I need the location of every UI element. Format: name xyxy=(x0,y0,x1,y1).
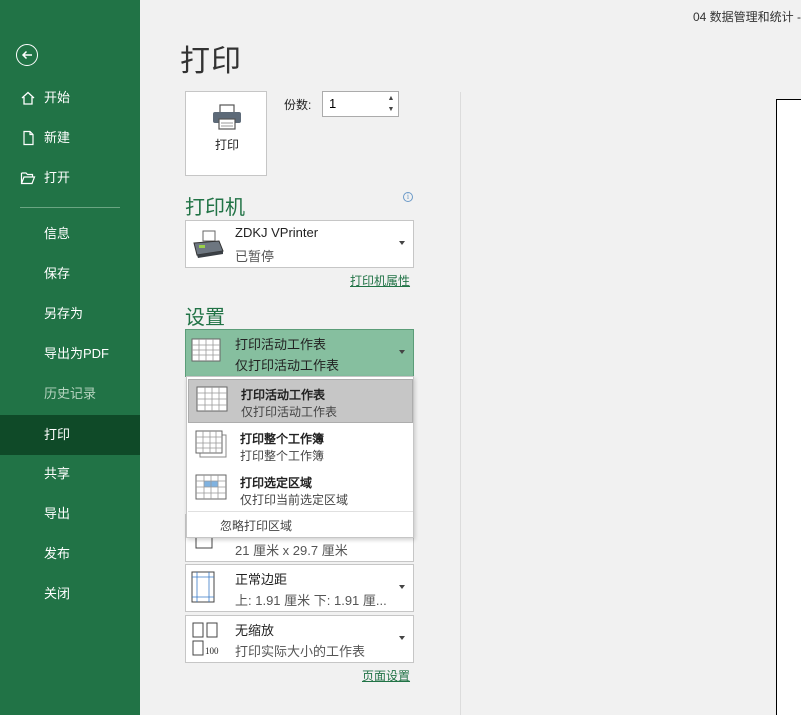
decrement-icon[interactable]: ▼ xyxy=(386,105,396,115)
sidebar-item-label: 关闭 xyxy=(44,586,71,601)
margins-title: 正常边距 xyxy=(235,572,288,587)
sidebar-item-save-as[interactable]: 另存为 xyxy=(0,294,140,334)
sidebar-item-label: 打印 xyxy=(44,427,71,442)
active-sheet-icon xyxy=(191,338,221,362)
document-title: 04 数据管理和统计 - xyxy=(693,10,801,24)
option-subtitle: 仅打印活动工作表 xyxy=(241,405,338,419)
printer-name: ZDKJ VPrinter xyxy=(235,225,319,240)
sidebar-item-label: 开始 xyxy=(44,90,71,105)
sidebar-item-label: 另存为 xyxy=(44,306,84,321)
sidebar-item-label: 新建 xyxy=(44,130,71,145)
folder-open-icon xyxy=(20,172,36,185)
svg-text:100: 100 xyxy=(205,646,219,656)
sidebar-item-info[interactable]: 信息 xyxy=(0,214,140,254)
sidebar-item-home[interactable]: 开始 xyxy=(0,78,140,118)
print-button-label: 打印 xyxy=(214,138,239,152)
printer-properties-link[interactable]: 打印机属性 xyxy=(350,272,410,289)
printer-icon xyxy=(213,104,241,130)
new-file-icon xyxy=(23,130,34,146)
option-title: 打印活动工作表 xyxy=(241,388,326,402)
menu-option-active-sheet[interactable]: 打印活动工作表 仅打印活动工作表 xyxy=(188,379,413,423)
margins-subtitle: 上: 1.91 厘米 下: 1.91 厘... xyxy=(235,593,387,608)
workbook-icon xyxy=(195,430,227,458)
increment-icon[interactable]: ▲ xyxy=(386,94,396,104)
print-preview-page xyxy=(776,99,801,715)
margins-dropdown[interactable]: 正常边距 上: 1.91 厘米 下: 1.91 厘... xyxy=(185,564,414,612)
page-title: 打印 xyxy=(180,45,242,78)
menu-divider xyxy=(188,511,413,512)
sidebar-item-share[interactable]: 共享 xyxy=(0,454,140,494)
sidebar-item-history: 历史记录 xyxy=(0,374,140,414)
scaling-subtitle: 打印实际大小的工作表 xyxy=(235,644,366,659)
sidebar-item-label: 打开 xyxy=(44,170,71,185)
scaling-dropdown[interactable]: 100 无缩放 打印实际大小的工作表 xyxy=(185,615,414,663)
printer-device-icon xyxy=(193,230,224,258)
option-title: 打印选定区域 xyxy=(240,476,313,490)
no-scaling-icon: 100 xyxy=(192,622,219,656)
sidebar-item-label: 共享 xyxy=(44,466,71,481)
settings-heading: 设置 xyxy=(185,307,225,329)
option-subtitle: 仅打印当前选定区域 xyxy=(240,493,349,507)
chevron-down-icon xyxy=(399,585,405,589)
sidebar-item-save[interactable]: 保存 xyxy=(0,254,140,294)
sidebar-item-open[interactable]: 打开 xyxy=(0,158,140,198)
sidebar-item-label: 保存 xyxy=(44,266,71,281)
sidebar-divider xyxy=(20,207,120,208)
info-icon[interactable]: i xyxy=(403,192,413,202)
menu-option-entire-workbook[interactable]: 打印整个工作簿 打印整个工作簿 xyxy=(188,424,413,468)
backstage-sidebar: 开始 新建 打开 信息 保存 另存为 导出为PDF 历史记录 打印 共享 导出 … xyxy=(0,0,140,715)
sidebar-item-export[interactable]: 导出 xyxy=(0,494,140,534)
copies-label: 份数: xyxy=(284,98,312,112)
print-scope-dropdown[interactable]: 打印活动工作表 仅打印活动工作表 xyxy=(185,329,414,377)
copies-stepper[interactable]: ▲ ▼ xyxy=(322,91,399,117)
margins-icon xyxy=(191,571,215,603)
sidebar-item-print[interactable]: 打印 xyxy=(0,415,140,455)
menu-option-selection[interactable]: 打印选定区域 仅打印当前选定区域 xyxy=(188,468,413,512)
chevron-down-icon xyxy=(399,350,405,354)
sidebar-item-label: 发布 xyxy=(44,546,71,561)
printer-dropdown[interactable]: ZDKJ VPrinter 已暂停 xyxy=(185,220,414,268)
selection-icon xyxy=(195,474,227,500)
print-scope-menu: 打印活动工作表 仅打印活动工作表 打印整个工作簿 打印整个工作簿 打印选定区域 … xyxy=(186,376,414,538)
sidebar-item-publish[interactable]: 发布 xyxy=(0,534,140,574)
active-sheet-icon xyxy=(196,386,228,412)
scaling-title: 无缩放 xyxy=(235,623,275,638)
option-subtitle: 打印整个工作簿 xyxy=(240,449,325,463)
print-scope-subtitle: 仅打印活动工作表 xyxy=(235,358,340,373)
home-icon xyxy=(21,91,35,105)
back-arrow-icon[interactable] xyxy=(16,44,38,66)
printer-status: 已暂停 xyxy=(235,249,275,264)
paper-size-subtitle: 21 厘米 x 29.7 厘米 xyxy=(235,543,348,558)
option-title: 打印整个工作簿 xyxy=(240,432,325,446)
copies-input[interactable] xyxy=(329,96,379,111)
sidebar-item-label: 导出 xyxy=(44,506,71,521)
ignore-print-area-option[interactable]: 忽略打印区域 xyxy=(220,517,292,534)
print-scope-title: 打印活动工作表 xyxy=(235,337,327,352)
sidebar-item-label: 导出为PDF xyxy=(44,346,110,361)
page-setup-link[interactable]: 页面设置 xyxy=(362,667,410,684)
sidebar-item-export-pdf[interactable]: 导出为PDF xyxy=(0,334,140,374)
sidebar-item-label: 信息 xyxy=(44,226,71,241)
sidebar-item-close[interactable]: 关闭 xyxy=(0,574,140,614)
sidebar-item-new[interactable]: 新建 xyxy=(0,118,140,158)
sidebar-item-label: 历史记录 xyxy=(44,386,97,401)
print-button[interactable]: 打印 xyxy=(185,91,267,176)
panel-divider xyxy=(460,92,461,715)
printer-heading: 打印机 xyxy=(185,197,245,219)
chevron-down-icon xyxy=(399,241,405,245)
chevron-down-icon xyxy=(399,636,405,640)
